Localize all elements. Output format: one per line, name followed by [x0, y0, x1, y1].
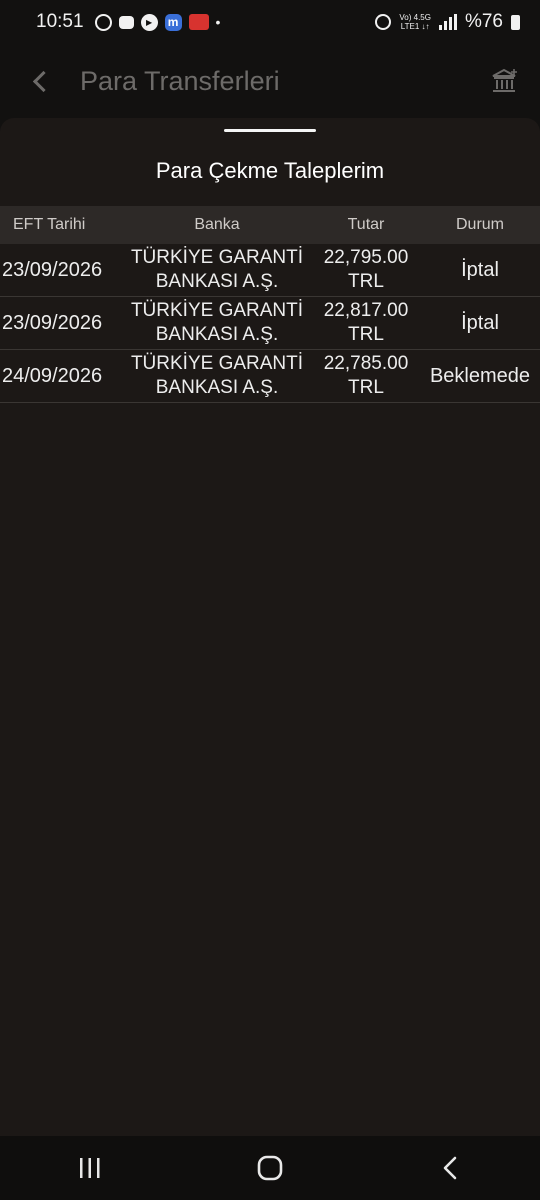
row-amount: 22,795.00 TRL	[312, 246, 420, 294]
row-date: 23/09/2026	[2, 311, 103, 334]
more-notifications-dot-icon: •	[215, 14, 221, 30]
sheet-title: Para Çekme Taleplerim	[155, 158, 385, 183]
bank-icon	[492, 68, 517, 92]
table-header: EFT Tarihi Banka Tutar Durum	[0, 206, 540, 244]
column-header-date: EFT Tarihi	[13, 216, 86, 233]
row-amount-value: 22,795.00	[323, 247, 409, 268]
row-bank: TÜRKİYE GARANTİ BANKASI A.Ş.	[122, 299, 312, 347]
network-bottom: LTE1 ↓↑	[400, 22, 430, 31]
row-date: 23/09/2026	[2, 258, 103, 281]
row-bank-line2: BANKASI A.Ş.	[155, 271, 279, 292]
page-title: Para Transferleri	[80, 65, 280, 96]
nav-back-icon	[443, 1156, 457, 1180]
message-icon	[118, 15, 134, 29]
table-row[interactable]: 23/09/2026 TÜRKİYE GARANTİ BANKASI A.Ş. …	[0, 244, 540, 297]
row-bank-line2: BANKASI A.Ş.	[155, 377, 279, 398]
status-bar: 10:51 ▶ m • Vo) 4.5G LTE1 ↓↑ %76	[0, 0, 540, 44]
column-header-amount: Tutar	[347, 216, 385, 233]
bank-button[interactable]	[470, 44, 540, 118]
battery-text: %76	[464, 11, 503, 32]
row-amount-value: 22,817.00	[323, 300, 409, 321]
column-header-bank: Banka	[194, 216, 240, 233]
row-amount: 22,785.00 TRL	[312, 352, 420, 400]
back-button[interactable]	[0, 44, 80, 118]
app-notification-icon	[188, 14, 209, 30]
row-amount-currency: TRL	[348, 324, 384, 345]
row-bank: TÜRKİYE GARANTİ BANKASI A.Ş.	[122, 246, 312, 294]
system-nav-bar	[0, 1136, 540, 1200]
row-bank-line1: TÜRKİYE GARANTİ	[130, 247, 304, 268]
column-header-status: Durum	[455, 216, 504, 233]
withdrawal-table: EFT Tarihi Banka Tutar Durum 23/09/2026 …	[0, 206, 540, 403]
signal-icon	[438, 14, 457, 30]
battery-icon	[511, 14, 520, 30]
chevron-left-icon	[32, 70, 54, 92]
row-bank: TÜRKİYE GARANTİ BANKASI A.Ş.	[122, 352, 312, 400]
row-amount-currency: TRL	[348, 271, 384, 292]
row-amount-currency: TRL	[348, 377, 384, 398]
row-amount-value: 22,785.00	[323, 353, 409, 374]
row-amount: 22,817.00 TRL	[312, 299, 420, 347]
table-row[interactable]: 23/09/2026 TÜRKİYE GARANTİ BANKASI A.Ş. …	[0, 297, 540, 350]
nav-back-button[interactable]	[400, 1136, 500, 1200]
row-status: Beklemede	[429, 364, 531, 387]
sheet-drag-handle[interactable]	[224, 129, 316, 132]
withdrawal-requests-sheet: Para Çekme Taleplerim EFT Tarihi Banka T…	[0, 118, 540, 1136]
play-icon: ▶	[140, 13, 158, 31]
status-right: Vo) 4.5G LTE1 ↓↑ %76	[375, 11, 520, 33]
alarm-icon	[375, 14, 392, 30]
whatsapp-icon	[94, 13, 112, 31]
row-status: İptal	[461, 258, 499, 281]
home-button[interactable]	[220, 1136, 320, 1200]
row-date: 24/09/2026	[2, 364, 103, 387]
status-time: 10:51	[36, 11, 84, 32]
app-bar: Para Transferleri	[0, 44, 540, 118]
recent-apps-button[interactable]	[40, 1136, 140, 1200]
home-icon	[257, 1155, 283, 1181]
m-app-icon: m	[164, 13, 182, 31]
row-bank-line1: TÜRKİYE GARANTİ	[130, 300, 304, 321]
row-status: İptal	[461, 311, 499, 334]
recent-apps-icon	[80, 1158, 100, 1178]
table-row[interactable]: 24/09/2026 TÜRKİYE GARANTİ BANKASI A.Ş. …	[0, 350, 540, 403]
network-indicator: Vo) 4.5G LTE1 ↓↑	[399, 13, 431, 31]
network-top: Vo) 4.5G	[399, 13, 431, 22]
row-bank-line1: TÜRKİYE GARANTİ	[130, 353, 304, 374]
row-bank-line2: BANKASI A.Ş.	[155, 324, 279, 345]
status-left: 10:51 ▶ m •	[36, 11, 220, 33]
